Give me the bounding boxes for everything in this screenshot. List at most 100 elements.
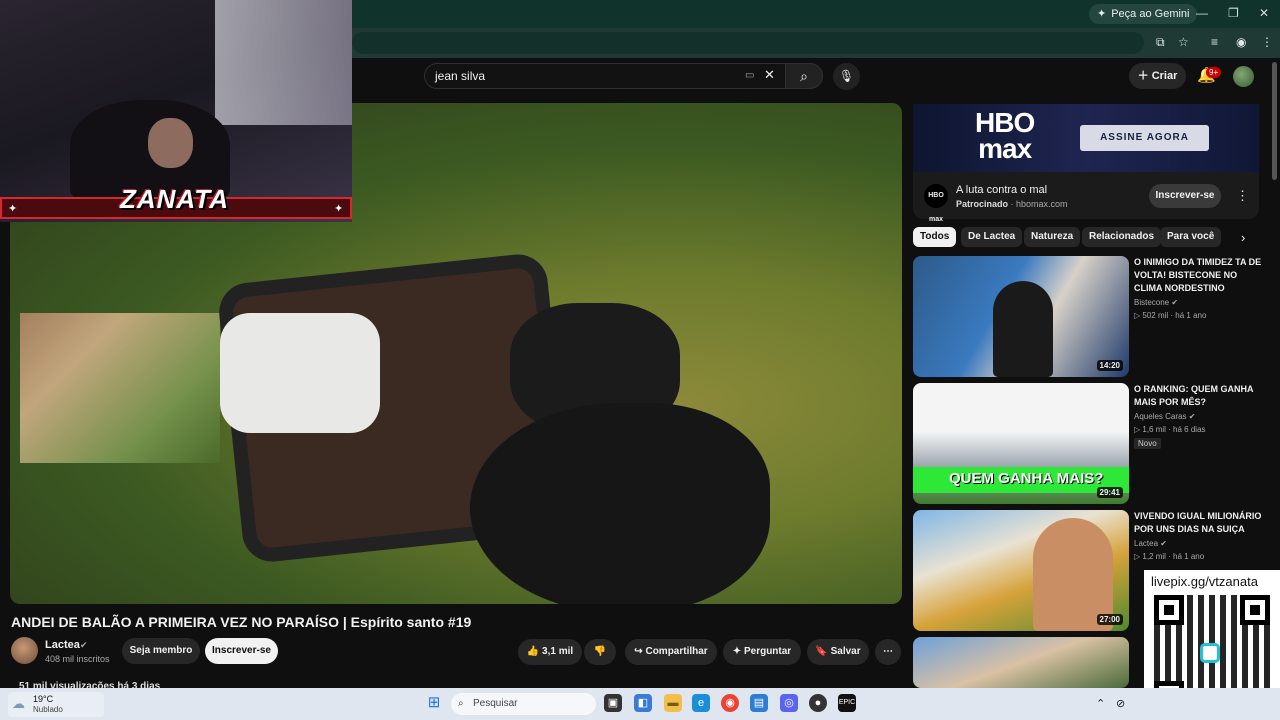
cloud-icon: ☁ — [12, 696, 25, 711]
task-view-icon[interactable]: ▣ — [604, 694, 622, 712]
notification-badge: 9+ — [1206, 67, 1222, 78]
edge-icon[interactable]: e — [692, 694, 710, 712]
search-icon: ⌕ — [800, 68, 808, 84]
recommendation-title[interactable]: VIVENDO IGUAL MILIONÁRIO POR UNS DIAS NA… — [1134, 510, 1266, 536]
video-thumbnail[interactable]: 27:00 — [913, 510, 1129, 631]
avatar[interactable] — [1233, 66, 1254, 87]
streamer-face — [148, 118, 193, 168]
verified-icon: ✔ — [1160, 539, 1167, 548]
recommendation-channel[interactable]: Aqueles Caras ✔ — [1134, 412, 1195, 421]
view-count: 502 mil — [1142, 311, 1169, 320]
address-field[interactable] — [352, 32, 1144, 54]
share-button[interactable]: ↪ Compartilhar — [625, 639, 717, 665]
view-count: 1,6 mil — [1142, 425, 1166, 434]
recommendation-meta: ▷ 1,6 mil · há 6 dias — [1134, 425, 1206, 434]
channel-name: Bistecone — [1134, 298, 1170, 307]
ad-logo: HBO max — [924, 184, 948, 223]
recommendation-meta: ▷ 1,2 mil · há 1 ano — [1134, 552, 1205, 561]
chevron-right-icon[interactable]: › — [1241, 230, 1245, 245]
channel-avatar[interactable] — [11, 637, 38, 664]
recommendation-title[interactable]: O INIMIGO DA TIMIDEZ TA DE VOLTA! BISTEC… — [1134, 256, 1266, 295]
verified-icon: ✔ — [1171, 298, 1179, 307]
upload-age: há 1 ano — [1175, 311, 1207, 320]
duration-badge: 27:00 — [1096, 614, 1123, 625]
install-app-icon[interactable]: ⧉ — [1156, 35, 1165, 50]
ask-button[interactable]: ✦ Perguntar — [723, 639, 801, 665]
search-button[interactable]: ⌕ — [785, 63, 823, 89]
chip-de-lactea[interactable]: De Lactea — [961, 227, 1023, 247]
upload-age: há 6 dias — [1173, 425, 1206, 434]
maximize-button[interactable]: ❐ — [1228, 6, 1239, 20]
search-input[interactable]: jean silva — [424, 63, 786, 89]
more-actions-button[interactable]: ⋯ — [875, 639, 901, 665]
subscribe-button[interactable]: Inscrever-se — [205, 638, 278, 664]
video-title: ANDEI DE BALÃO A PRIMEIRA VEZ NO PARAÍSO… — [11, 614, 472, 630]
chip-todos[interactable]: Todos — [913, 227, 957, 247]
dislike-button[interactable]: 👎 — [584, 639, 616, 665]
save-label: Salvar — [830, 646, 861, 657]
channel-name[interactable]: Lactea — [45, 639, 80, 651]
channel-name: Aqueles Caras — [1134, 412, 1187, 421]
join-button[interactable]: Seja membro — [122, 638, 200, 664]
recommendation-channel[interactable]: Bistecone ✔ — [1134, 298, 1178, 307]
ad-subscribe-button[interactable]: Inscrever-se — [1149, 184, 1221, 208]
ad-sponsor-line: Patrocinado · hbomax.com — [956, 199, 1068, 209]
minimize-button[interactable]: — — [1196, 6, 1208, 20]
create-button[interactable]: ＋ Criar — [1129, 63, 1186, 89]
chevron-up-icon[interactable]: ⌃ — [1096, 697, 1105, 710]
keyboard-icon[interactable]: ▭ — [745, 70, 754, 81]
new-badge: Novo — [1134, 438, 1161, 449]
close-window-button[interactable]: ✕ — [1259, 6, 1269, 20]
page-scrollbar[interactable] — [1272, 62, 1277, 180]
save-button[interactable]: 🔖 Salvar — [807, 639, 869, 665]
sparkle-icon: ✦ — [8, 203, 18, 215]
chip-natureza[interactable]: Natureza — [1024, 227, 1081, 247]
more-icon: ⋯ — [883, 646, 893, 657]
taskbar-search[interactable]: ⌕ Pesquisar — [451, 693, 596, 715]
steam-icon[interactable]: ● — [809, 694, 827, 712]
video-thumbnail[interactable]: 14:20 — [913, 256, 1129, 377]
ad-title[interactable]: A luta contra o mal — [956, 184, 1047, 196]
hbo-max-logo: HBO max — [975, 109, 1035, 163]
ad-cta-button[interactable]: ASSINE AGORA — [1080, 125, 1209, 151]
widgets-icon[interactable]: ◧ — [634, 694, 652, 712]
recommendation-channel[interactable]: Lactea ✔ — [1134, 539, 1167, 548]
ask-gemini-button[interactable]: ✦ Peça ao Gemini — [1089, 4, 1198, 24]
thumbnail-caption: QUEM GANHA MAIS? — [949, 470, 1104, 487]
video-thumbnail[interactable]: QUEM GANHA MAIS? 29:41 — [913, 383, 1129, 504]
webcam-overlay: ✦ ✦ ZANATA — [0, 0, 352, 222]
discord-icon[interactable]: ◎ — [780, 694, 798, 712]
browser-menu-icon[interactable]: ⋮ — [1261, 35, 1273, 49]
more-icon[interactable]: ⋮ — [1236, 188, 1249, 204]
epic-games-icon[interactable]: EPIC — [838, 694, 856, 712]
chip-para-voce[interactable]: Para você — [1160, 227, 1222, 247]
livepix-logo — [1200, 643, 1220, 663]
donation-url: livepix.gg/vtzanata — [1151, 574, 1258, 589]
share-icon: ↪ — [634, 646, 643, 657]
temperature: 19°C — [33, 694, 54, 704]
microphone-icon: 🎙 — [838, 69, 855, 83]
ask-label: Perguntar — [743, 646, 792, 657]
bookmark-star-icon[interactable]: ☆ — [1178, 35, 1189, 49]
search-placeholder: Pesquisar — [473, 698, 518, 709]
voice-search-button[interactable]: 🎙 — [833, 63, 860, 90]
video-thumbnail[interactable] — [913, 637, 1129, 688]
sponsored-label: Patrocinado — [956, 199, 1009, 209]
recommendation-title[interactable]: O RANKING: QUEM GANHA MAIS POR MÊS? — [1134, 383, 1266, 409]
clear-search-icon[interactable]: ✕ — [764, 67, 775, 83]
video-frame-houses — [20, 313, 220, 463]
thumbs-up-icon: 👍 — [526, 646, 540, 657]
like-button[interactable]: 👍 3,1 mil — [518, 639, 582, 665]
windows-start-icon[interactable]: ⊞ — [425, 694, 443, 712]
thumbnail-person — [993, 281, 1053, 377]
store-icon[interactable]: ▤ — [750, 694, 768, 712]
chrome-icon[interactable]: ◉ — [721, 694, 739, 712]
subscriber-count: 408 mil inscritos — [45, 654, 110, 664]
network-icon[interactable]: ⊘ — [1116, 697, 1125, 710]
chip-relacionados[interactable]: Relacionados — [1082, 227, 1162, 247]
duration-badge: 14:20 — [1096, 360, 1123, 371]
reading-list-icon[interactable]: ≡ — [1211, 35, 1218, 49]
search-icon: ⌕ — [458, 698, 464, 709]
extension-icon[interactable]: ◉ — [1236, 35, 1246, 49]
file-explorer-icon[interactable]: ▬ — [664, 694, 682, 712]
